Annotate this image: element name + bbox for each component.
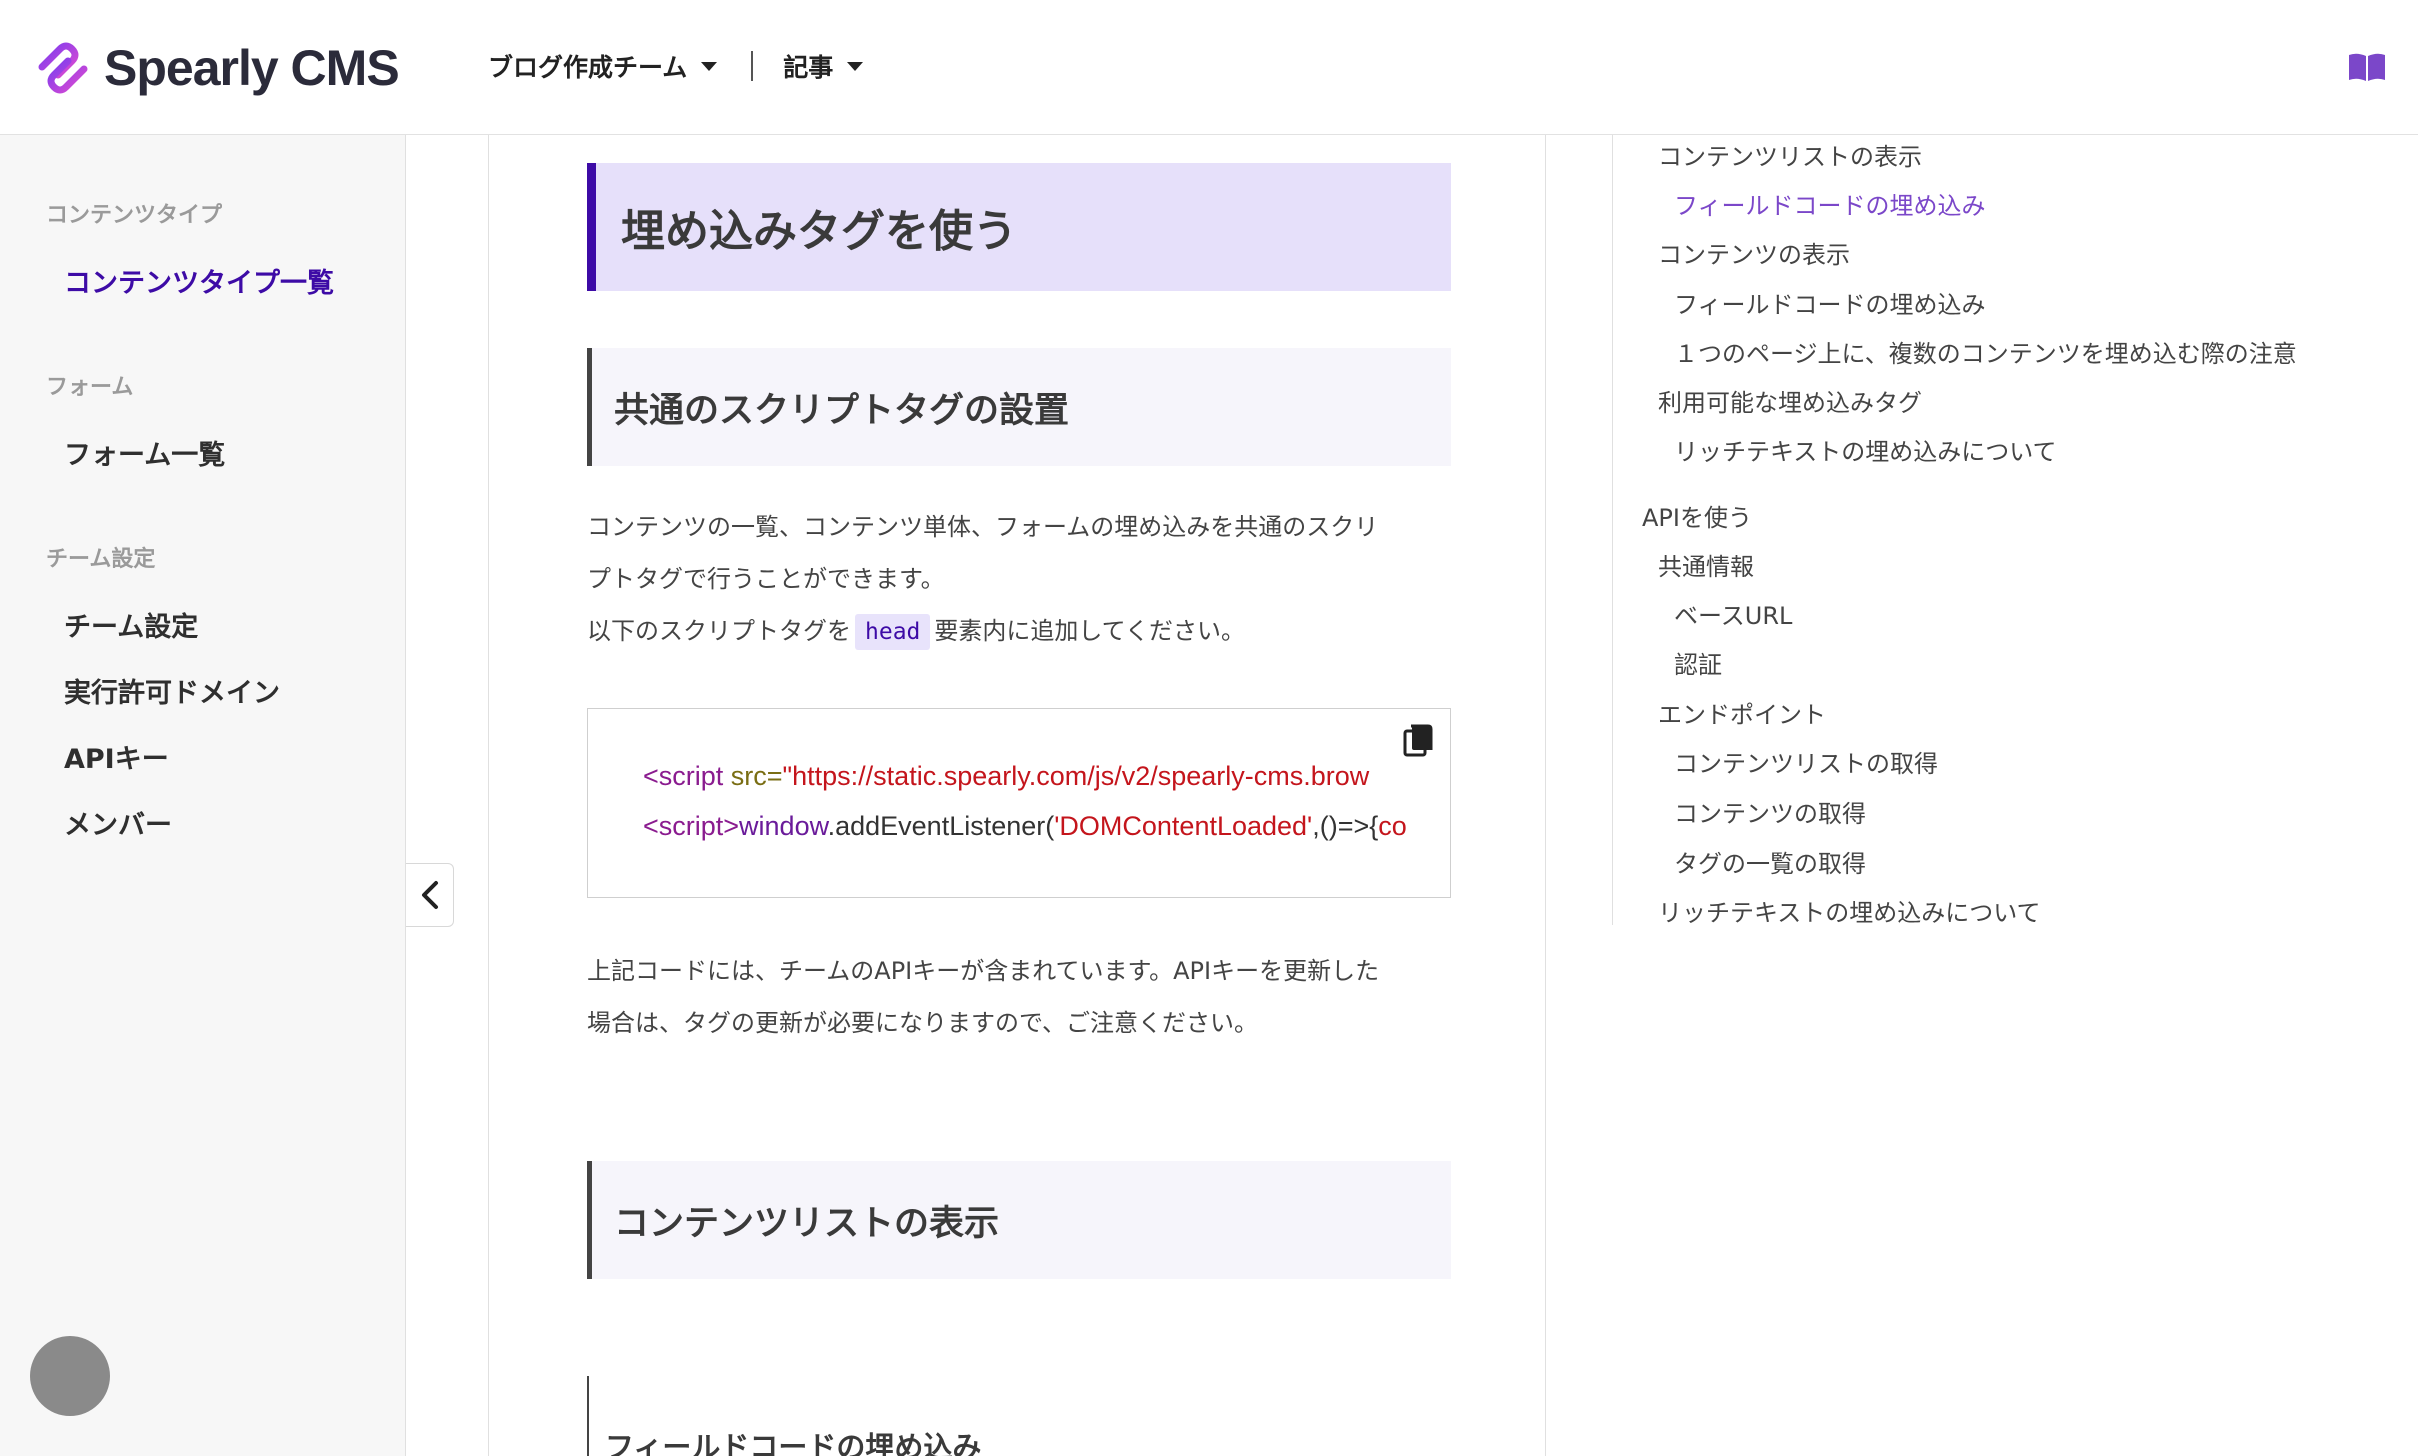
sidebar-item-members[interactable]: メンバー — [64, 803, 172, 842]
section-heading-embed-tags: 埋め込みタグを使う — [587, 163, 1451, 291]
toc-item[interactable]: フィールドコードの埋め込み — [1674, 186, 1986, 221]
avatar[interactable] — [30, 1336, 110, 1416]
intro-line-1: コンテンツの一覧、コンテンツ単体、フォームの埋め込みを共通のスクリ — [587, 513, 1379, 541]
toc-item[interactable]: エンドポイント — [1658, 695, 1826, 730]
code-token-string: "https://static.spearly.com/js/v2/spearl… — [782, 761, 1370, 791]
toc-item[interactable]: フィールドコードの埋め込み — [1674, 285, 1986, 320]
logo[interactable]: Spearly CMS — [32, 36, 400, 100]
code-token-tag: <script — [643, 761, 724, 791]
intro-paragraph: コンテンツの一覧、コンテンツ単体、フォームの埋め込みを共通のスクリ プトタグで行… — [587, 501, 1451, 657]
toc-item[interactable]: コンテンツリストの取得 — [1674, 744, 1938, 779]
toc-item[interactable]: ベースURL — [1674, 596, 1792, 631]
sidebar-item-form-list[interactable]: フォーム一覧 — [64, 433, 225, 472]
sidebar-item-api-keys[interactable]: APIキー — [64, 737, 169, 776]
toc-item[interactable]: コンテンツリストの表示 — [1658, 137, 1922, 172]
header-nav: ブログ作成チーム 記事 — [488, 44, 864, 88]
article-dropdown-label: 記事 — [783, 53, 834, 82]
team-dropdown-label: ブログ作成チーム — [488, 53, 688, 82]
note-line-1: 上記コードには、チームのAPIキーが含まれています。APIキーを更新した — [587, 957, 1380, 985]
heading-content-list-display: コンテンツリストの表示 — [587, 1161, 1451, 1279]
sidebar-item-content-type-list[interactable]: コンテンツタイプ一覧 — [64, 261, 334, 300]
sidebar-collapse-button[interactable] — [406, 863, 454, 927]
heading-field-code-embed: フィールドコードの埋め込み — [587, 1376, 1451, 1456]
note-line-2: 場合は、タグの更新が必要になりますので、ご注意ください。 — [587, 1009, 1259, 1037]
app-header: Spearly CMS ブログ作成チーム 記事 — [0, 0, 2418, 135]
code-block[interactable]: <script src="https://static.spearly.com/… — [587, 708, 1451, 898]
intro-line-3-before: 以下のスクリプトタグを — [587, 617, 851, 645]
toc-item[interactable]: タグの一覧の取得 — [1674, 844, 1866, 879]
code-token-string: 'DOMContentLoaded' — [1054, 811, 1313, 841]
table-of-contents: コンテンツリストの表示 フィールドコードの埋め込み コンテンツの表示 フィールドコード… — [1546, 135, 2418, 1456]
toc-item[interactable]: コンテンツの取得 — [1674, 794, 1866, 829]
copy-icon[interactable] — [1402, 723, 1436, 759]
sidebar-category-content-type: コンテンツタイプ — [46, 203, 223, 228]
sidebar-category-team-settings: チーム設定 — [46, 547, 156, 572]
code-token-tail: co — [1378, 811, 1407, 841]
sidebar: コンテンツタイプ コンテンツタイプ一覧 フォーム フォーム一覧 チーム設定 チー… — [0, 135, 406, 1456]
article-dropdown[interactable]: 記事 — [783, 48, 864, 84]
team-dropdown[interactable]: ブログ作成チーム — [488, 48, 718, 84]
code-token-plain: ,()=>{ — [1312, 811, 1379, 841]
inline-code-head: head — [855, 614, 931, 650]
code-line-2: <script>window.addEventListener('DOMCont… — [643, 811, 1407, 842]
sidebar-item-allowed-domains[interactable]: 実行許可ドメイン — [64, 671, 280, 710]
sidebar-category-form: フォーム — [46, 375, 134, 400]
header-divider — [751, 51, 754, 81]
toc-item[interactable]: APIを使う — [1642, 498, 1752, 533]
caret-down-icon — [847, 61, 864, 71]
intro-line-2: プトタグで行うことができます。 — [587, 565, 945, 593]
sidebar-item-team-settings[interactable]: チーム設定 — [64, 605, 198, 644]
toc-divider — [1612, 135, 1613, 925]
intro-line-3-after: 要素内に追加してください。 — [934, 617, 1245, 645]
chevron-left-icon — [421, 881, 438, 909]
toc-item[interactable]: １つのページ上に、複数のコンテンツを埋め込む際の注意 — [1674, 334, 2297, 369]
toc-item[interactable]: 認証 — [1674, 645, 1722, 680]
code-token-object: window — [739, 811, 828, 841]
spearly-logo-icon — [38, 42, 88, 94]
book-icon[interactable] — [2348, 52, 2386, 82]
intro-line-3: 以下のスクリプトタグを head 要素内に追加してください。 — [587, 605, 1451, 657]
code-token-attr: src= — [723, 761, 783, 791]
toc-item[interactable]: コンテンツの表示 — [1658, 235, 1850, 270]
heading-common-script-tag: 共通のスクリプトタグの設置 — [587, 348, 1451, 466]
code-token-tag: <script> — [643, 811, 740, 841]
toc-item[interactable]: リッチテキストの埋め込みについて — [1674, 432, 2057, 467]
toc-item[interactable]: 利用可能な埋め込みタグ — [1658, 383, 1922, 418]
article-content: 埋め込みタグを使う 共通のスクリプトタグの設置 コンテンツの一覧、コンテンツ単体… — [488, 135, 1546, 1456]
toc-item[interactable]: 共通情報 — [1658, 547, 1754, 582]
code-token-method: .addEventListener( — [827, 811, 1055, 841]
api-key-note-paragraph: 上記コードには、チームのAPIキーが含まれています。APIキーを更新した 場合は… — [587, 945, 1451, 1049]
logo-text: Spearly CMS — [104, 40, 400, 96]
toc-item[interactable]: リッチテキストの埋め込みについて — [1658, 893, 2041, 928]
caret-down-icon — [701, 61, 718, 71]
code-line-1: <script src="https://static.spearly.com/… — [643, 761, 1369, 792]
